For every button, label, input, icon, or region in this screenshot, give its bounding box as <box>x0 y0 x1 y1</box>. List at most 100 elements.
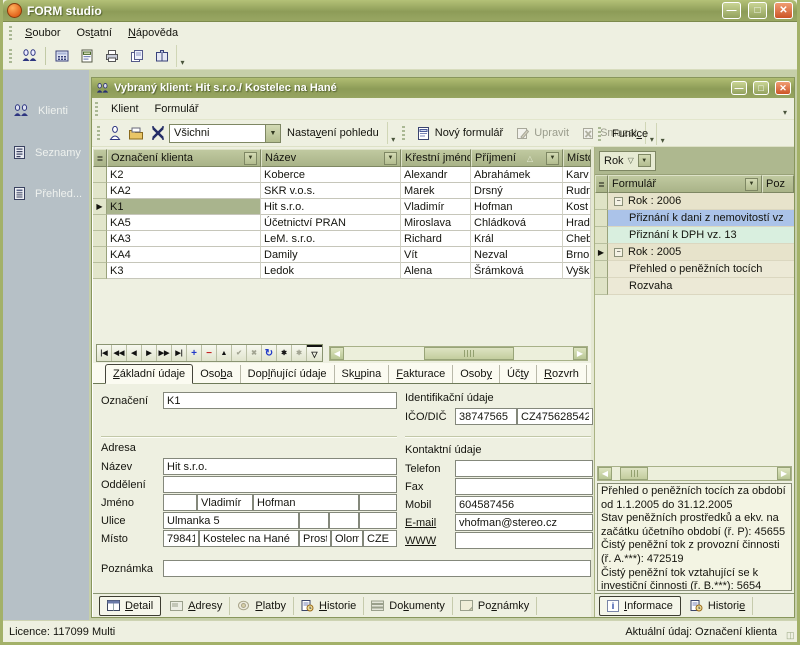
dic-input[interactable] <box>517 408 593 425</box>
nov-formul--button[interactable]: Nový formulář <box>410 122 509 144</box>
table-cell[interactable]: Cheb <box>563 231 591 247</box>
toolbar-grip[interactable] <box>9 49 12 63</box>
search-next-icon[interactable]: ✱ <box>292 345 307 361</box>
table-cell[interactable]: Rudn <box>563 183 591 199</box>
table-cell[interactable]: LeM. s.r.o. <box>261 231 401 247</box>
table-cell[interactable]: Šrámková <box>471 263 563 279</box>
edit-icon[interactable]: ▲ <box>217 345 232 361</box>
row-indicator[interactable] <box>595 278 608 295</box>
row-indicator[interactable]: ▶ <box>595 244 608 261</box>
column-header-5[interactable]: Místo <box>563 149 591 167</box>
insert-icon[interactable]: + <box>187 345 202 361</box>
ulice-b3-input[interactable] <box>359 512 397 529</box>
grid-horizontal-scrollbar[interactable]: ◀ ▶ <box>329 346 588 361</box>
functions-overflow-icon[interactable]: ▾ <box>656 123 668 145</box>
refresh-icon[interactable]: ↻ <box>262 345 277 361</box>
scroll-left-icon[interactable]: ◀ <box>330 347 344 360</box>
chevron-down-icon[interactable]: ▼ <box>244 152 257 165</box>
column-header-1[interactable]: Označení klienta▼ <box>107 149 261 167</box>
next-icon[interactable]: ▶ <box>142 345 157 361</box>
list-item[interactable]: Přehled o peněžních tocích <box>595 261 794 278</box>
table-cell[interactable]: Brno <box>563 247 591 263</box>
table-cell[interactable]: Vyšk <box>563 263 591 279</box>
titul2-input[interactable] <box>359 494 397 511</box>
table-cell[interactable]: KA5 <box>107 215 261 231</box>
collapse-icon[interactable]: − <box>614 197 623 206</box>
minimize-button[interactable]: — <box>722 2 741 19</box>
list-item[interactable]: Přiznání k dani z nemovitostí vz <box>595 210 794 227</box>
table-cell[interactable]: Kost <box>563 199 591 215</box>
table-cell[interactable]: Marek <box>401 183 471 199</box>
email-input[interactable] <box>455 514 593 531</box>
table-cell[interactable]: Chládková <box>471 215 563 231</box>
row-indicator[interactable] <box>93 231 107 247</box>
tab-rozvrh[interactable]: Rozvrh <box>537 365 587 383</box>
client-menu-klient[interactable]: Klient <box>103 100 147 118</box>
psc-input[interactable] <box>163 530 199 547</box>
email-label[interactable]: E-mail <box>405 517 455 529</box>
clients-icon[interactable] <box>17 45 42 67</box>
column-header-3[interactable]: Křestní jméno▼ <box>401 149 471 167</box>
client-minimize-button[interactable]: — <box>731 81 747 95</box>
fax-input[interactable] <box>455 478 593 495</box>
tab-pozn-mky[interactable]: Poznámky <box>453 597 537 615</box>
client-close-button[interactable]: ✕ <box>775 81 791 95</box>
row-indicator[interactable] <box>93 183 107 199</box>
stat-input[interactable] <box>363 530 397 547</box>
ulice-b2-input[interactable] <box>329 512 359 529</box>
scroll-right-icon[interactable]: ▶ <box>573 347 587 360</box>
sidebar-item-pehled[interactable]: Přehled... <box>3 181 89 206</box>
filter-icon[interactable]: ▽ <box>307 345 322 361</box>
kraj-input[interactable] <box>331 530 363 547</box>
table-cell[interactable]: Hit s.r.o. <box>261 199 401 215</box>
tab-dopl-uj-c-daje[interactable]: Doplňující údaje <box>241 365 335 383</box>
client-menu-formulář[interactable]: Formulář <box>147 100 207 118</box>
title-bar[interactable]: FORM studio — □ ✕ <box>3 0 797 22</box>
list-item[interactable]: −Rok : 2006 <box>595 193 794 210</box>
ico-input[interactable] <box>455 408 517 425</box>
prijmeni-input[interactable] <box>253 494 359 511</box>
table-cell[interactable]: Účetnictví PRAN <box>261 215 401 231</box>
www-input[interactable] <box>455 532 593 549</box>
chevron-down-icon[interactable]: ▼ <box>265 125 280 142</box>
functions-button[interactable]: Funkce <box>606 125 654 143</box>
next-page-icon[interactable]: ▶▶ <box>157 345 172 361</box>
tab-z-kladn-daje[interactable]: Základní údaje <box>105 364 193 384</box>
scroll-left-icon[interactable]: ◀ <box>598 467 612 480</box>
nazev-input[interactable] <box>163 458 397 475</box>
cardfile-icon[interactable] <box>149 45 174 67</box>
menu-ostatní[interactable]: Ostatní <box>68 24 119 42</box>
client-toolbar-grip[interactable] <box>97 126 100 140</box>
list-item[interactable]: Rozvaha <box>595 278 794 295</box>
tab-detail[interactable]: Detail <box>99 596 161 616</box>
table-cell[interactable]: Alena <box>401 263 471 279</box>
filter-toolbar-overflow-icon[interactable]: ▾ <box>387 122 399 144</box>
column-header-poz[interactable]: Poz <box>762 175 794 193</box>
resize-grip[interactable]: ◫ <box>786 630 796 640</box>
table-cell[interactable]: Abrahámek <box>471 167 563 183</box>
collapse-icon[interactable]: − <box>614 248 623 257</box>
table-cell[interactable]: Vladimír <box>401 199 471 215</box>
functions-grip[interactable] <box>598 127 601 141</box>
cancel-icon[interactable]: ✖ <box>247 345 262 361</box>
tab-osoba[interactable]: Osoba <box>193 365 240 383</box>
row-indicator[interactable]: ▶ <box>93 199 107 215</box>
tab-historie[interactable]: Historie <box>294 597 364 615</box>
menu-soubor[interactable]: Soubor <box>17 24 68 42</box>
table-cell[interactable]: Hofman <box>471 199 563 215</box>
chevron-down-icon[interactable]: ▼ <box>745 178 758 191</box>
list-item[interactable]: ▶−Rok : 2005 <box>595 244 794 261</box>
table-cell[interactable]: Drsný <box>471 183 563 199</box>
prior-icon[interactable]: ◀ <box>127 345 142 361</box>
ulice-b1-input[interactable] <box>299 512 329 529</box>
client-menu-grip[interactable] <box>95 102 98 116</box>
tab-dokumenty[interactable]: Dokumenty <box>364 597 453 615</box>
form-toolbar-grip[interactable] <box>402 126 405 140</box>
person-icon[interactable] <box>105 122 125 144</box>
last-icon[interactable]: ▶| <box>172 345 187 361</box>
table-cell[interactable]: Koberce <box>261 167 401 183</box>
table-cell[interactable]: Damily <box>261 247 401 263</box>
group-by-field[interactable]: Rok ▽ ▼ <box>599 151 656 171</box>
tab-osoby[interactable]: Osoby <box>453 365 500 383</box>
poznamka-input[interactable] <box>163 560 591 577</box>
